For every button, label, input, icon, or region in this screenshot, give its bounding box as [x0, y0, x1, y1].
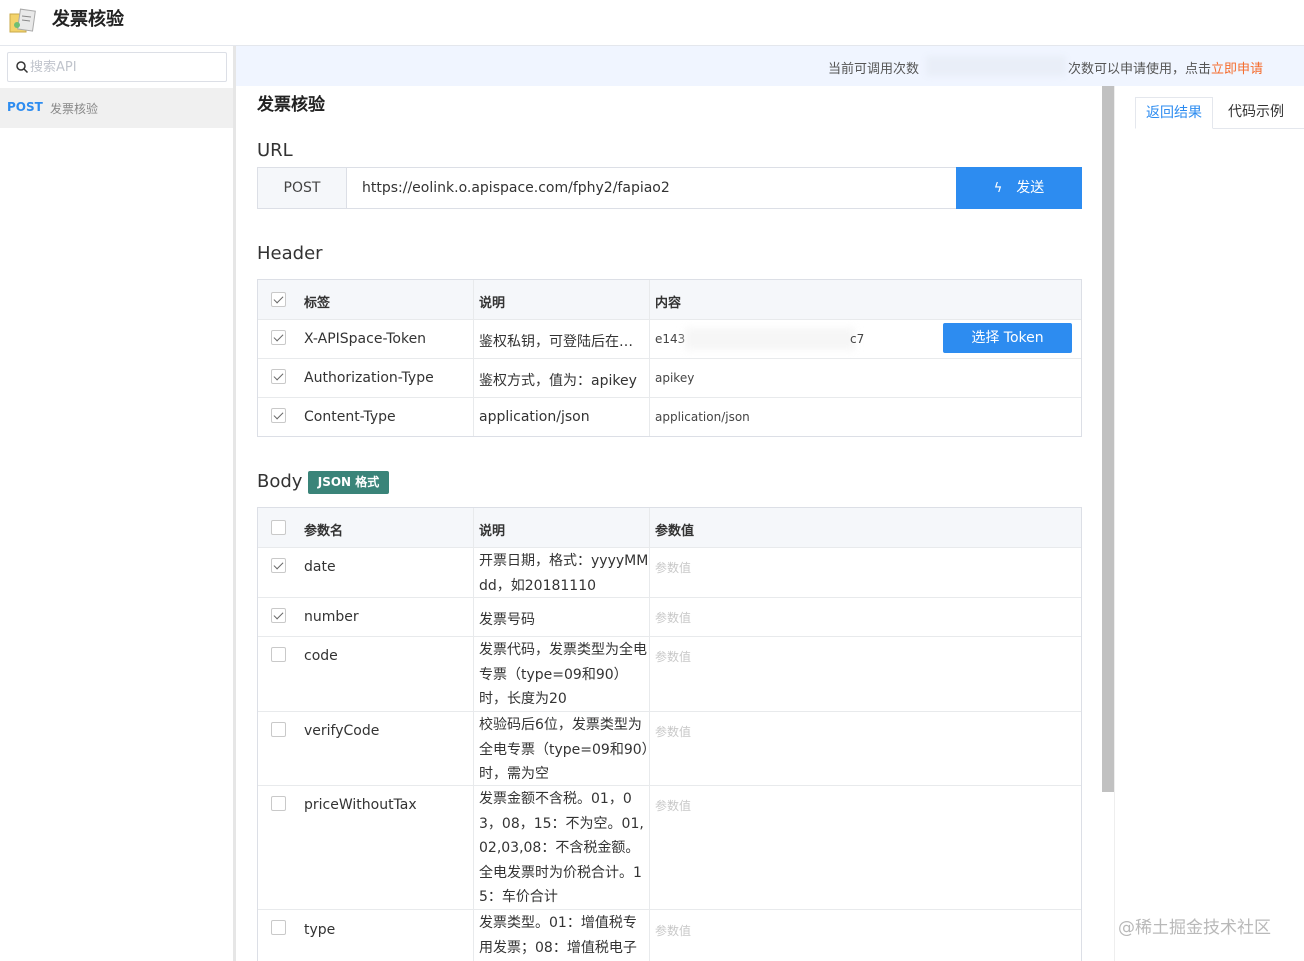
param-name[interactable]: type: [304, 922, 335, 938]
param-value-input[interactable]: 参数值: [655, 559, 691, 576]
quota-text-suffix: 次数可以申请使用，点击立即申请: [1068, 62, 1264, 77]
header-name[interactable]: X-APISpace-Token: [304, 331, 426, 347]
response-panel: 返回结果 代码示例: [1114, 86, 1304, 961]
redacted-token: [685, 328, 855, 350]
param-name[interactable]: verifyCode: [304, 723, 379, 739]
table-row: code 发票代码，发票类型为全电专票（type=09和90）时，长度为20 参…: [258, 637, 1081, 712]
redacted-count: [926, 56, 1066, 76]
table-row: verifyCode 校验码后6位，发票类型为全电专票（type=09和90）时…: [258, 712, 1081, 786]
select-all-checkbox[interactable]: [271, 292, 286, 307]
table-header-row: 标签 说明 内容: [258, 280, 1081, 320]
param-value-input[interactable]: 参数值: [655, 797, 691, 814]
param-desc: 开票日期，格式：yyyyMMdd，如20181110: [479, 553, 649, 594]
invoice-logo-icon: [9, 8, 36, 33]
header-desc: 鉴权方式，值为：apikey: [479, 373, 637, 389]
json-format-badge[interactable]: JSON 格式: [308, 471, 389, 494]
quota-notice-bar: 当前可调用次数 次数可以申请使用，点击立即申请: [236, 46, 1304, 86]
sidebar: POST 发票核验: [0, 46, 236, 961]
row-checkbox[interactable]: [271, 558, 286, 573]
search-input[interactable]: [30, 54, 220, 80]
quota-text-prefix: 当前可调用次数: [828, 62, 920, 77]
header-desc: 鉴权私钥，可登陆后在…: [479, 334, 633, 350]
url-section-title: URL: [257, 140, 293, 161]
http-method-select[interactable]: POST: [258, 168, 347, 208]
sidebar-item-method: POST: [7, 100, 43, 114]
sidebar-item-label: 发票核验: [50, 102, 99, 116]
header-value-input[interactable]: application/json: [655, 410, 750, 424]
row-checkbox[interactable]: [271, 608, 286, 623]
app-title: 发票核验: [52, 9, 124, 30]
table-row: Content-Type application/json applicatio…: [258, 398, 1081, 436]
header-desc: application/json: [479, 409, 590, 425]
apply-now-link[interactable]: 立即申请: [1211, 62, 1263, 77]
row-checkbox[interactable]: [271, 722, 286, 737]
param-desc: 发票代码，发票类型为全电专票（type=09和90）时，长度为20: [479, 642, 647, 707]
sidebar-item-invoice-verify[interactable]: POST 发票核验: [0, 88, 233, 128]
token-value-input[interactable]: e143: [655, 332, 685, 346]
table-row: X-APISpace-Token 鉴权私钥，可登陆后在… e143 c7 选择 …: [258, 320, 1081, 359]
search-box[interactable]: [7, 52, 227, 82]
tab-code-example[interactable]: 代码示例: [1218, 97, 1294, 129]
token-value-tail: c7: [850, 332, 865, 346]
row-checkbox[interactable]: [271, 796, 286, 811]
header-name[interactable]: Authorization-Type: [304, 370, 434, 386]
select-token-button[interactable]: 选择 Token: [943, 323, 1072, 353]
row-checkbox[interactable]: [271, 330, 286, 345]
param-desc: 校验码后6位，发票类型为全电专票（type=09和90）时，需为空: [479, 717, 649, 782]
page-title: 发票核验: [257, 95, 325, 115]
tab-response-result[interactable]: 返回结果: [1135, 97, 1213, 129]
param-value-input[interactable]: 参数值: [655, 609, 691, 626]
main-content: 发票核验 URL POST https://eolink.o.apispace.…: [236, 86, 1102, 961]
param-desc: 发票类型。01：增值税专用发票；08：增值税电子: [479, 915, 637, 956]
param-value-input[interactable]: 参数值: [655, 922, 691, 939]
row-checkbox[interactable]: [271, 369, 286, 384]
row-checkbox[interactable]: [271, 408, 286, 423]
scrollbar-thumb[interactable]: [1102, 86, 1114, 792]
column-header: 标签: [304, 296, 331, 311]
send-button-label: 发送: [1016, 180, 1045, 196]
param-desc: 发票金额不含税。01，03，08，15：不为空。01,02,03,08：不含税金…: [479, 791, 644, 905]
param-value-input[interactable]: 参数值: [655, 648, 691, 665]
row-checkbox[interactable]: [271, 647, 286, 662]
table-row: priceWithoutTax 发票金额不含税。01，03，08，15：不为空。…: [258, 786, 1081, 910]
param-desc: 发票号码: [479, 612, 535, 628]
column-header: 参数名: [304, 524, 344, 539]
column-header: 内容: [655, 296, 682, 311]
param-value-input[interactable]: 参数值: [655, 723, 691, 740]
search-icon: [16, 61, 29, 74]
column-header: 说明: [479, 524, 506, 539]
param-name[interactable]: date: [304, 559, 336, 575]
header-table: 标签 说明 内容 X-APISpace-Token 鉴权私钥，可登陆后在… e1…: [257, 279, 1082, 437]
body-table: 参数名 说明 参数值 date 开票日期，格式：yyyyMMdd，如201811…: [257, 507, 1082, 961]
response-tabs: 返回结果 代码示例: [1135, 97, 1304, 129]
top-bar: 发票核验: [0, 0, 1304, 46]
header-name[interactable]: Content-Type: [304, 409, 396, 425]
param-name[interactable]: code: [304, 648, 338, 664]
header-section-title: Header: [257, 243, 323, 264]
watermark: @稀土掘金技术社区: [1118, 918, 1271, 938]
table-header-row: 参数名 说明 参数值: [258, 508, 1081, 548]
body-section-title: Body: [257, 471, 303, 492]
header-value-input[interactable]: apikey: [655, 371, 694, 385]
param-name[interactable]: priceWithoutTax: [304, 797, 417, 813]
url-bar: POST https://eolink.o.apispace.com/fphy2…: [257, 167, 1082, 209]
url-input[interactable]: https://eolink.o.apispace.com/fphy2/fapi…: [362, 168, 952, 208]
send-button[interactable]: ϟ 发送: [956, 167, 1082, 209]
column-header: 参数值: [655, 524, 695, 539]
lightning-icon: ϟ: [993, 181, 1003, 196]
table-row: type 发票类型。01：增值税专用发票；08：增值税电子 参数值: [258, 910, 1081, 961]
column-header: 说明: [479, 296, 506, 311]
table-row: number 发票号码 参数值: [258, 598, 1081, 637]
table-row: date 开票日期，格式：yyyyMMdd，如20181110 参数值: [258, 548, 1081, 598]
row-checkbox[interactable]: [271, 920, 286, 935]
select-all-checkbox[interactable]: [271, 520, 286, 535]
param-name[interactable]: number: [304, 609, 359, 625]
table-row: Authorization-Type 鉴权方式，值为：apikey apikey: [258, 359, 1081, 398]
